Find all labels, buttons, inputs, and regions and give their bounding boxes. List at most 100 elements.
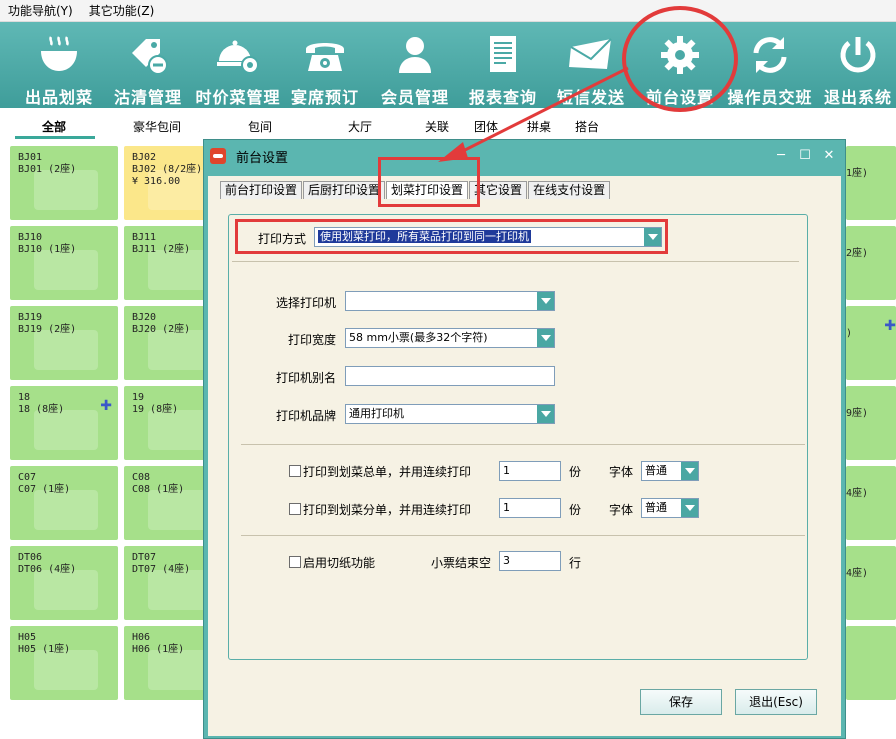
divider [232,261,799,262]
toolbar-button-banquet[interactable]: 宴席预订 [287,22,363,108]
table-tile[interactable]: BJ19 BJ19 (2座) [10,306,118,380]
table-name: 9座) [846,408,869,419]
table-tile[interactable]: H05 H05 (1座) [10,626,118,700]
menu-navigation[interactable]: 功能导航(Y) [0,2,81,19]
printer-select[interactable] [345,291,555,311]
category-group[interactable]: 团体 [474,118,498,135]
category-room[interactable]: 包间 [248,118,272,135]
table-code: BJ19 [18,312,43,323]
table-tile-partial[interactable]: 4座) [846,466,896,540]
save-button[interactable]: 保存 [640,689,722,715]
table-tile[interactable]: ✚ 18 18 (8座) [10,386,118,460]
toolbar-label: 宴席预订 [290,88,359,107]
settings-panel: 打印方式 使用划菜打印，所有菜品打印到同一打印机 选择打印机 打印宽度 58 m… [228,214,808,660]
maximize-icon[interactable]: ☐ [796,147,814,165]
close-icon[interactable]: ✕ [820,147,838,165]
table-tile-partial[interactable]: ✚) [846,306,896,380]
print-width-select[interactable]: 58 mm小票(最多32个字符) [345,328,555,348]
toolbar-label: 报表查询 [468,88,537,107]
toolbar-button-market-price[interactable]: 时价菜管理 [196,22,280,108]
divider [241,444,805,445]
copies-unit: 份 [569,503,582,517]
table-tile-partial[interactable]: 1座) [846,146,896,220]
table-name: 4座) [846,488,869,499]
printer-brand-label: 打印机品牌 [276,409,337,423]
category-luxury-room[interactable]: 豪华包间 [133,118,181,135]
copies-unit: 份 [569,465,582,479]
table-name: C08 (1座) [132,484,185,495]
tab-online-payment[interactable]: 在线支付设置 [528,181,611,199]
tag-icon [124,32,172,78]
summary-font-select[interactable]: 普通 [641,461,699,481]
table-name: 4座) [846,568,869,579]
toolbar-button-sms[interactable]: 短信发送 [553,22,629,108]
toolbar-button-serve[interactable]: 出品划菜 [22,22,96,108]
tab-kitchen-print[interactable]: 后厨打印设置 [303,181,386,199]
summary-print-label: 打印到划菜总单，并用连续打印 [303,465,472,479]
table-code: BJ10 [18,232,43,243]
menu-other[interactable]: 其它功能(Z) [81,2,163,19]
annotation-circle-settings [622,6,738,112]
chevron-down-icon [681,499,698,517]
app-logo-icon [210,148,226,164]
paper-cut-checkbox[interactable] [289,556,301,568]
toolbar-button-exit-system[interactable]: 退出系统 [820,22,896,108]
table-name: 2座) [846,248,869,259]
table-code: DT06 [18,552,43,563]
detail-font-select[interactable]: 普通 [641,498,699,518]
table-tile[interactable]: BJ10 BJ10 (1座) [10,226,118,300]
category-hall[interactable]: 大厅 [348,118,372,135]
envelope-icon [567,32,615,78]
category-linked[interactable]: 关联 [425,118,449,135]
table-name: BJ20 (2座) [132,324,191,335]
select-printer-label: 选择打印机 [276,296,337,310]
table-tile-partial[interactable] [846,626,896,700]
tab-front-print[interactable]: 前台打印设置 [220,181,303,199]
table-code: 18 [18,392,31,403]
toolbar-button-soldout[interactable]: 沽清管理 [111,22,185,108]
table-tile-partial[interactable]: 2座) [846,226,896,300]
toolbar-button-member[interactable]: 会员管理 [377,22,453,108]
table-code: BJ20 [132,312,157,323]
category-all[interactable]: 全部 [42,118,66,135]
table-tile-partial[interactable]: 4座) [846,546,896,620]
dialog-titlebar[interactable]: 前台设置 ─ ☐ ✕ [204,140,845,172]
table-tile[interactable]: BJ01 BJ01 (2座) [10,146,118,220]
table-code: C07 [18,472,37,483]
minimize-icon[interactable]: ─ [772,147,790,165]
linked-puzzle-icon: ✚ [884,318,896,334]
dialog-body: 前台打印设置 后厨打印设置 划菜打印设置 其它设置 在线支付设置 打印方式 使用… [208,176,841,736]
table-tile[interactable]: C07 C07 (1座) [10,466,118,540]
category-share[interactable]: 拼桌 [527,118,551,135]
telephone-icon [301,32,349,78]
table-code: C08 [132,472,151,483]
table-name: H05 (1座) [18,644,71,655]
category-combine[interactable]: 搭台 [575,118,599,135]
summary-print-checkbox[interactable] [289,465,301,477]
menubar: 功能导航(Y) 其它功能(Z) [0,0,896,22]
printer-brand-select[interactable]: 通用打印机 [345,404,555,424]
font-label: 字体 [609,503,634,517]
detail-print-checkbox[interactable] [289,503,301,515]
end-blank-label: 小票结束空 [431,556,492,570]
printer-alias-input[interactable] [345,366,555,386]
summary-copies-input[interactable]: 1 [499,461,561,481]
exit-button[interactable]: 退出(Esc) [735,689,817,715]
toolbar-button-shift-handover[interactable]: 操作员交班 [728,22,812,108]
category-bar: 全部 豪华包间 包间 大厅 关联 团体 拼桌 搭台 [0,108,896,140]
table-name: BJ01 (2座) [18,164,77,175]
annotation-highlight-print-mode [235,219,668,254]
end-blank-input[interactable]: 3 [499,551,561,571]
toolbar-button-reports[interactable]: 报表查询 [465,22,541,108]
table-tile-partial[interactable]: 9座) [846,386,896,460]
table-tile[interactable]: DT06 DT06 (4座) [10,546,118,620]
printer-brand-value: 通用打印机 [349,407,404,420]
toolbar-label: 短信发送 [556,88,625,107]
print-width-label: 打印宽度 [288,333,337,347]
table-name: H06 (1座) [132,644,185,655]
detail-copies-input[interactable]: 1 [499,498,561,518]
cloche-gear-icon [214,32,262,78]
table-name: BJ19 (2座) [18,324,77,335]
table-name: BJ10 (1座) [18,244,77,255]
chevron-down-icon [537,292,554,310]
